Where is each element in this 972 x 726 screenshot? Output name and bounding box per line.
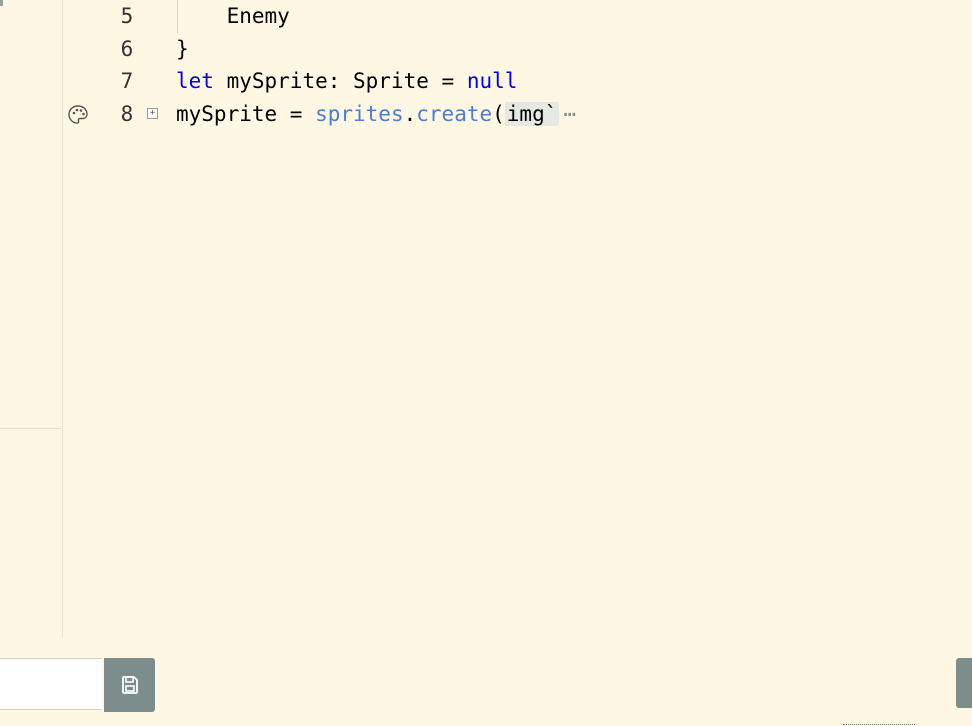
toolbox-panel xyxy=(0,0,63,638)
code-text-segment: . xyxy=(403,102,417,126)
fold-expand-icon[interactable]: + xyxy=(147,108,158,119)
code-text[interactable]: Enemy xyxy=(176,0,290,33)
namespace-sprites: sprites xyxy=(315,102,404,126)
code-editor[interactable]: 5 Enemy 6 } 7 let mySprite: Sprite = nul… xyxy=(63,0,972,638)
code-text[interactable]: } xyxy=(176,33,189,66)
code-text-segment: mySprite: Sprite = xyxy=(213,69,467,93)
code-line-8[interactable]: 8 + mySprite = sprites.create(img` ⋯ xyxy=(63,98,972,131)
line-number: 6 xyxy=(120,37,134,61)
side-toggle-button[interactable] xyxy=(956,658,972,708)
code-text-segment: mySprite xyxy=(176,102,278,126)
save-button[interactable] xyxy=(104,658,155,712)
code-line-7[interactable]: 7 let mySprite: Sprite = null xyxy=(63,65,972,98)
project-name-input[interactable] xyxy=(0,658,102,710)
line-number: 5 xyxy=(120,4,134,28)
panel-corner-mark xyxy=(0,0,3,6)
code-line-5[interactable]: 5 Enemy xyxy=(63,0,972,33)
dotted-separator xyxy=(843,724,915,725)
code-text-segment: ( xyxy=(492,102,505,126)
function-create: create xyxy=(416,102,493,126)
code-text[interactable]: let mySprite: Sprite = null xyxy=(176,65,517,98)
code-text[interactable]: mySprite = sprites.create(img` ⋯ xyxy=(176,98,576,131)
image-literal[interactable]: img` xyxy=(504,102,560,126)
code-editor-view: 5 Enemy 6 } 7 let mySprite: Sprite = nul… xyxy=(0,0,972,726)
bottom-bar xyxy=(0,638,972,726)
code-line-6[interactable]: 6 } xyxy=(63,33,972,66)
line-number: 7 xyxy=(120,69,134,93)
keyword-let: let xyxy=(176,69,214,93)
palette-icon[interactable] xyxy=(67,103,89,125)
keyword-null: null xyxy=(466,69,518,93)
code-text-segment: = xyxy=(277,102,316,126)
collapsed-ellipsis[interactable]: ⋯ xyxy=(563,102,576,126)
save-icon xyxy=(121,676,138,694)
panel-divider xyxy=(0,428,62,429)
line-number: 8 xyxy=(120,102,134,126)
